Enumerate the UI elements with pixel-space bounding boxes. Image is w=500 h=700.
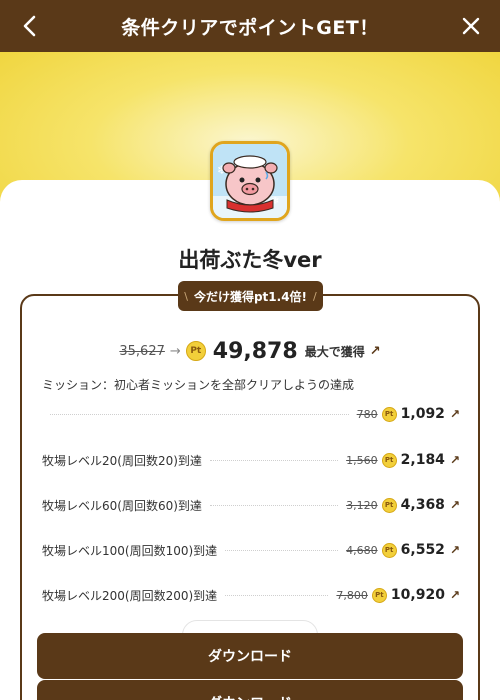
app-icon: ❄ ❄ [210, 141, 290, 221]
ribbon-text: 今だけ獲得pt1.4倍! [193, 289, 308, 304]
arrow-right-icon: → [169, 343, 181, 359]
arrow-up-right-icon: ↗ [449, 588, 460, 602]
mission-row: 牧場レベル100(周回数100)到達 4,680 Pt 6,552 ↗ [42, 539, 460, 561]
mission-row: 牧場レベル200(周回数200)到達 7,800 Pt 10,920 ↗ [42, 584, 460, 606]
point-coin-icon: Pt [381, 542, 397, 558]
point-coin-icon: Pt [381, 452, 397, 468]
bonus-ribbon: \ 今だけ獲得pt1.4倍! / [178, 281, 323, 311]
close-icon[interactable] [456, 10, 486, 42]
mission-row-value: 1,092 [400, 406, 445, 422]
mission-row-old: 7,800 [336, 588, 368, 602]
dotted-leader [225, 594, 329, 596]
mission-row-old: 4,680 [346, 543, 378, 557]
dotted-leader [209, 504, 339, 506]
download-button[interactable]: ダウンロード [37, 633, 463, 679]
mission-row-value: 10,920 [390, 587, 445, 603]
mission-row: 牧場レベル20(周回数20)到達 1,560 Pt 2,184 ↗ [42, 449, 460, 471]
mission-row: 780 Pt 1,092 ↗ [42, 403, 460, 425]
mission-row-label: 牧場レベル100(周回数100)到達 [42, 543, 218, 558]
point-coin-icon: Pt [371, 587, 387, 603]
dotted-leader [225, 549, 339, 551]
new-total: 49,878 [212, 338, 298, 364]
old-total: 35,627 [119, 343, 165, 359]
point-coin-icon: Pt [185, 341, 206, 361]
mission-row-value: 6,552 [400, 542, 445, 558]
total-points: 35,627 → Pt 49,878 最大で獲得 ↗ [0, 334, 500, 368]
dotted-leader [50, 413, 349, 415]
arrow-up-right-icon: ↗ [449, 453, 460, 467]
total-suffix: 最大で獲得 [304, 344, 365, 359]
arrow-up-right-icon: ↗ [449, 407, 460, 421]
ribbon-slash-right: / [313, 289, 317, 303]
arrow-up-right-icon: ↗ [369, 343, 381, 359]
app-name: 出荷ぶた冬ver [178, 248, 322, 272]
mission-title: ミッション：初心者ミッションを全部クリアしようの達成 [42, 378, 355, 392]
mission-row-old: 780 [356, 407, 378, 421]
mission-row-label: 牧場レベル60(周回数60)到達 [42, 498, 202, 513]
dotted-leader [209, 459, 339, 461]
point-coin-icon: Pt [381, 497, 397, 513]
mission-row-label: 牧場レベル20(周回数20)到達 [42, 453, 202, 468]
ribbon-slash-left: \ [184, 289, 188, 303]
arrow-up-right-icon: ↗ [449, 543, 460, 557]
mission-row-old: 1,560 [346, 453, 378, 467]
back-arrow-icon[interactable] [14, 10, 44, 42]
mission-row-value: 4,368 [400, 497, 445, 513]
mission-row-label: 牧場レベル200(周回数200)到達 [42, 588, 218, 603]
download-button-secondary[interactable]: ダウンロード [37, 680, 463, 700]
mission-row-old: 3,120 [346, 498, 378, 512]
pig-mascot-icon: ❄ ❄ [213, 144, 287, 218]
page-title: 条件クリアでポイントGET！ [121, 16, 379, 39]
mission-row-value: 2,184 [400, 452, 445, 468]
arrow-up-right-icon: ↗ [449, 498, 460, 512]
point-coin-icon: Pt [381, 406, 397, 422]
header-bar: 条件クリアでポイントGET！ [0, 0, 500, 52]
mission-row: 牧場レベル60(周回数60)到達 3,120 Pt 4,368 ↗ [42, 494, 460, 516]
